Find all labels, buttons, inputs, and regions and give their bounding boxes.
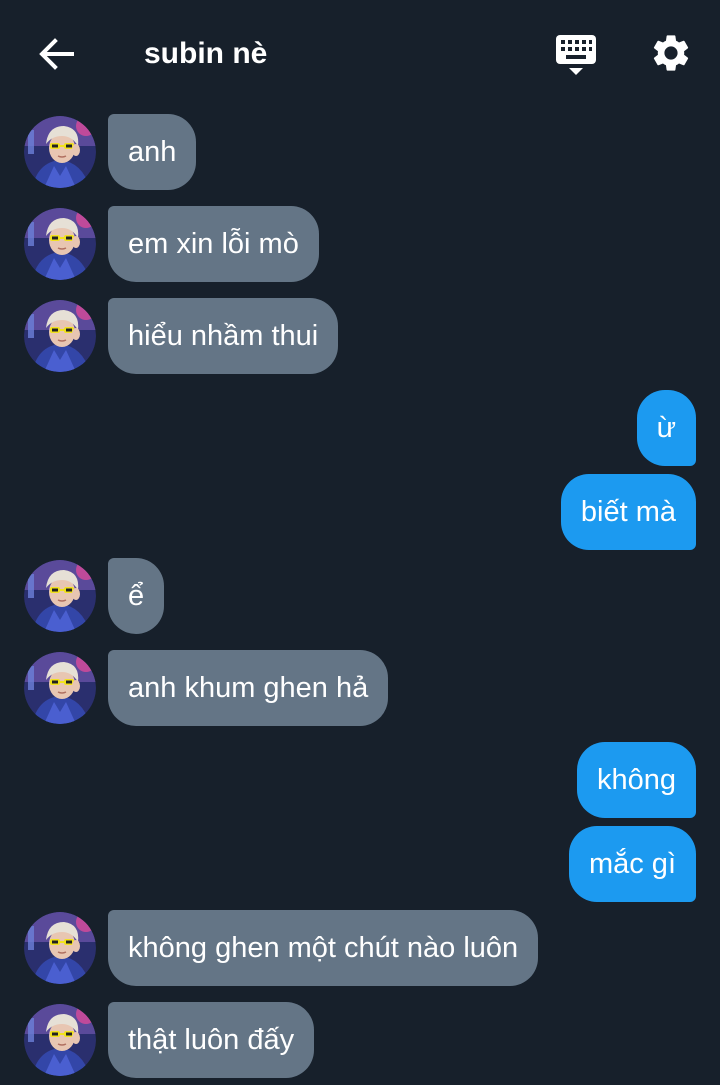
avatar[interactable]: [24, 912, 96, 984]
outgoing-message[interactable]: không: [576, 742, 696, 818]
outgoing-message[interactable]: biết mà: [560, 474, 696, 550]
incoming-message[interactable]: em xin lỗi mò: [108, 206, 319, 282]
avatar[interactable]: [24, 300, 96, 372]
incoming-message[interactable]: anh: [108, 114, 197, 190]
incoming-message[interactable]: thật luôn đấy: [108, 1002, 315, 1078]
avatar[interactable]: [24, 208, 96, 280]
outgoing-message[interactable]: ừ: [636, 390, 696, 466]
avatar[interactable]: [24, 652, 96, 724]
incoming-message[interactable]: hiểu nhầm thui: [108, 298, 339, 374]
avatar[interactable]: [24, 560, 96, 632]
avatar[interactable]: [24, 1004, 96, 1076]
incoming-message[interactable]: không ghen một chút nào luôn: [108, 910, 539, 986]
incoming-message[interactable]: anh khum ghen hả: [108, 650, 389, 726]
message-list: anh em xin lỗi mò hiểu nhầm thui ừ biết …: [0, 0, 720, 1085]
incoming-message[interactable]: ể: [108, 558, 165, 634]
outgoing-message[interactable]: mắc gì: [568, 826, 696, 902]
avatar[interactable]: [24, 116, 96, 188]
